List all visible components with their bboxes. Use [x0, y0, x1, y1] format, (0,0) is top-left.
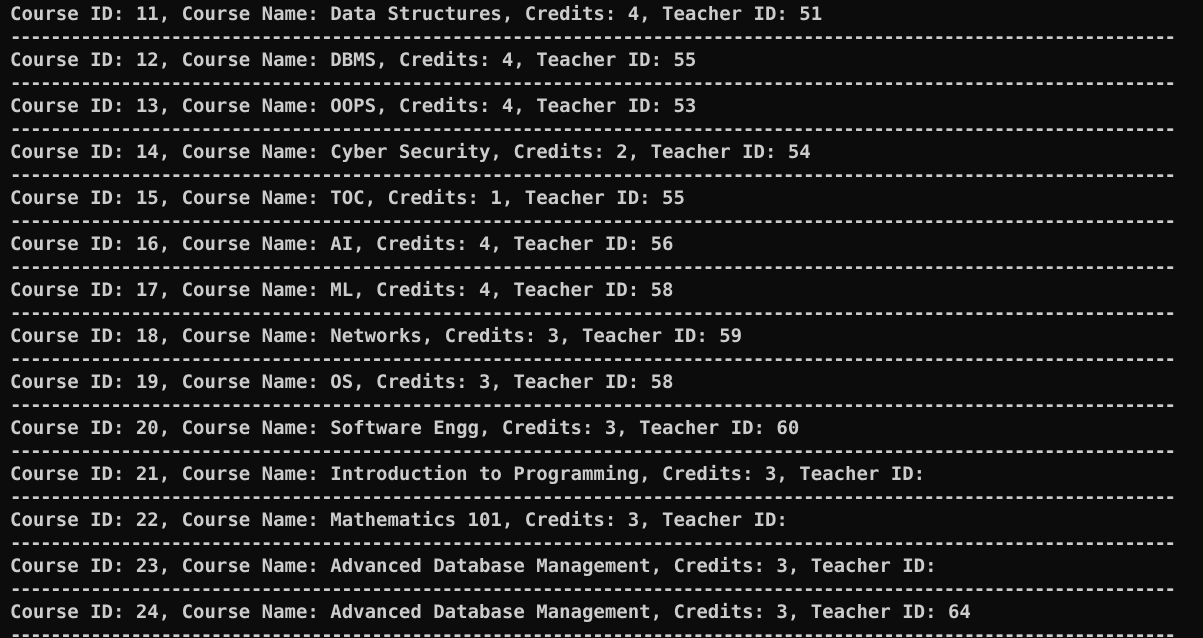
course-record: Course ID: 18, Course Name: Networks, Cr…	[0, 322, 1203, 370]
course-record: Course ID: 16, Course Name: AI, Credits:…	[0, 230, 1203, 278]
course-record: Course ID: 11, Course Name: Data Structu…	[0, 0, 1203, 48]
course-line: Course ID: 14, Course Name: Cyber Securi…	[10, 141, 811, 163]
course-record: Course ID: 23, Course Name: Advanced Dat…	[0, 552, 1203, 600]
course-record: Course ID: 13, Course Name: OOPS, Credit…	[0, 92, 1203, 140]
course-line: Course ID: 11, Course Name: Data Structu…	[10, 3, 823, 25]
course-record: Course ID: 17, Course Name: ML, Credits:…	[0, 276, 1203, 324]
separator-line: ----------------------------------------…	[10, 624, 1174, 638]
course-record: Course ID: 21, Course Name: Introduction…	[0, 460, 1203, 508]
terminal-window[interactable]: Course ID: 11, Course Name: Data Structu…	[0, 0, 1203, 638]
course-line: Course ID: 17, Course Name: ML, Credits:…	[10, 279, 674, 301]
course-record: Course ID: 24, Course Name: Advanced Dat…	[0, 598, 1203, 638]
course-line: Course ID: 20, Course Name: Software Eng…	[10, 417, 800, 439]
course-line: Course ID: 23, Course Name: Advanced Dat…	[10, 555, 937, 577]
course-line: Course ID: 21, Course Name: Introduction…	[10, 463, 926, 485]
course-line: Course ID: 22, Course Name: Mathematics …	[10, 509, 788, 531]
course-record: Course ID: 22, Course Name: Mathematics …	[0, 506, 1203, 554]
course-record: Course ID: 20, Course Name: Software Eng…	[0, 414, 1203, 462]
course-line: Course ID: 15, Course Name: TOC, Credits…	[10, 187, 685, 209]
course-line: Course ID: 16, Course Name: AI, Credits:…	[10, 233, 674, 255]
course-line: Course ID: 13, Course Name: OOPS, Credit…	[10, 95, 697, 117]
course-line: Course ID: 24, Course Name: Advanced Dat…	[10, 601, 971, 623]
course-record: Course ID: 12, Course Name: DBMS, Credit…	[0, 46, 1203, 94]
course-record: Course ID: 14, Course Name: Cyber Securi…	[0, 138, 1203, 186]
course-record: Course ID: 19, Course Name: OS, Credits:…	[0, 368, 1203, 416]
course-line: Course ID: 18, Course Name: Networks, Cr…	[10, 325, 743, 347]
course-line: Course ID: 19, Course Name: OS, Credits:…	[10, 371, 674, 393]
course-record: Course ID: 15, Course Name: TOC, Credits…	[0, 184, 1203, 232]
course-line: Course ID: 12, Course Name: DBMS, Credit…	[10, 49, 697, 71]
